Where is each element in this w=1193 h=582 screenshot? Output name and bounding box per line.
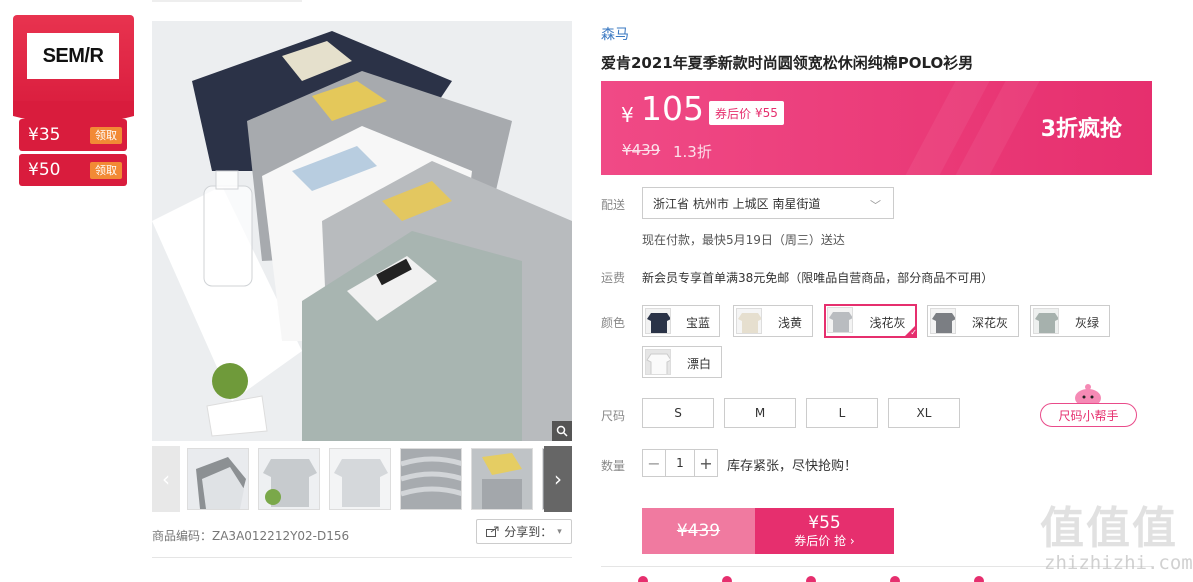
zoom-icon[interactable] <box>552 421 572 441</box>
chevron-down-icon: ﹀ <box>870 199 881 212</box>
bottom-indicator <box>890 576 900 582</box>
color-option-piaobai[interactable]: 漂白 <box>642 346 722 378</box>
thumbnail[interactable] <box>471 448 533 510</box>
shipping-label: 配送 <box>601 198 626 212</box>
discount-rate: 1.3折 <box>673 143 712 161</box>
quantity-increase-button[interactable]: + <box>695 450 717 476</box>
chevron-right-icon: › <box>554 467 562 491</box>
currency-symbol: ¥ <box>621 103 634 127</box>
size-option-l[interactable]: L <box>806 398 878 428</box>
bottom-indicator <box>806 576 816 582</box>
gallery-divider <box>152 557 572 558</box>
brand-logo[interactable]: SEM/R <box>27 33 119 79</box>
share-icon <box>486 526 499 537</box>
thumbnail[interactable] <box>400 448 462 510</box>
original-price: ¥439 <box>622 141 661 159</box>
store-coupon[interactable]: ¥35 领取 <box>19 119 127 151</box>
quantity-decrease-button[interactable]: − <box>643 450 665 476</box>
store-coupon[interactable]: ¥50 领取 <box>19 154 127 186</box>
coupon-amount: ¥35 <box>28 125 61 145</box>
color-option-qianhuahui[interactable]: 浅花灰 ✓ <box>824 304 917 338</box>
color-swatch <box>736 308 762 334</box>
color-swatch <box>1033 308 1059 334</box>
freight-label: 运费 <box>601 271 626 285</box>
main-product-image[interactable] <box>152 21 572 441</box>
buy-coupon-label: 券后价 抢 › <box>794 534 855 548</box>
shipping-location: 浙江省 杭州市 上城区 南星街道 <box>653 196 821 211</box>
thumbnail-prev-button[interactable]: ‹ <box>152 446 180 512</box>
quantity-stepper: − 1 + <box>642 449 718 477</box>
color-option-shenhuahui[interactable]: 深花灰 <box>927 305 1019 337</box>
claim-coupon-button[interactable]: 领取 <box>90 161 122 179</box>
buy-coupon-price: ¥55 <box>808 513 841 533</box>
size-option-m[interactable]: M <box>724 398 796 428</box>
color-name: 深花灰 <box>971 316 1008 330</box>
size-label: 尺码 <box>601 409 626 423</box>
thumbnail[interactable] <box>187 448 249 510</box>
color-name: 浅花灰 <box>869 316 906 330</box>
stock-note: 库存紧张，尽快抢购！ <box>727 459 858 474</box>
shipping-location-select[interactable]: 浙江省 杭州市 上城区 南星街道 ﹀ <box>642 187 894 219</box>
coupon-amount: ¥50 <box>28 160 61 180</box>
color-swatch <box>930 308 956 334</box>
size-option-xl[interactable]: XL <box>888 398 960 428</box>
color-name: 宝蓝 <box>685 316 710 330</box>
product-title: 爱肯2021年夏季新款时尚圆领宽松休闲纯棉POLO衫男 <box>601 54 974 72</box>
claim-coupon-button[interactable]: 领取 <box>90 126 122 144</box>
buy-original-price[interactable]: ¥439 <box>642 508 755 554</box>
size-option-s[interactable]: S <box>642 398 714 428</box>
site-watermark: 值值值 zhizhizhi.com <box>1040 492 1193 580</box>
size-helper-button[interactable]: 尺码小帮手 <box>1040 403 1137 427</box>
color-swatch <box>645 349 671 375</box>
buy-with-coupon-button[interactable]: ¥55 券后价 抢 › <box>755 508 894 554</box>
color-label: 颜色 <box>601 316 626 330</box>
delivery-estimate: 现在付款，最快5月19日（周三）送达 <box>642 233 845 247</box>
thumbnail-next-button[interactable]: › <box>544 446 572 512</box>
thumbnail-strip: ‹ › <box>152 446 572 512</box>
brand-link[interactable]: 森马 <box>601 24 629 44</box>
product-code: 商品编码：ZA3A012212Y02-D156 <box>152 529 350 543</box>
after-coupon-value: ¥55 <box>755 106 778 120</box>
color-swatch <box>827 307 853 333</box>
color-name: 漂白 <box>686 357 711 371</box>
bottom-indicator <box>638 576 648 582</box>
quantity-input[interactable]: 1 <box>665 450 695 476</box>
chevron-left-icon: ‹ <box>162 467 170 491</box>
color-name: 浅黄 <box>777 316 802 330</box>
buy-bar: ¥439 ¥55 券后价 抢 › <box>642 508 894 554</box>
color-option-qianhuang[interactable]: 浅黄 <box>733 305 813 337</box>
current-price: 105 <box>641 89 704 128</box>
after-coupon-badge: 券后价 ¥55 <box>709 101 784 125</box>
bottom-indicator <box>974 576 984 582</box>
freight-info: 新会员专享首单满38元免邮（限唯品自营商品，部分商品不可用） <box>642 271 994 285</box>
color-swatch <box>645 308 671 334</box>
watermark-url: zhizhizhi.com <box>1044 552 1193 574</box>
bottom-indicator <box>722 576 732 582</box>
promo-label: 3折疯抢 <box>1040 117 1122 142</box>
color-option-baolan[interactable]: 宝蓝 <box>642 305 720 337</box>
top-divider <box>152 0 302 2</box>
thumbnail[interactable] <box>329 448 391 510</box>
quantity-label: 数量 <box>601 459 626 473</box>
color-name: 灰绿 <box>1074 316 1099 330</box>
thumbnail[interactable] <box>258 448 320 510</box>
share-button[interactable]: 分享到： ▾ <box>476 519 572 544</box>
color-option-huilv[interactable]: 灰绿 <box>1030 305 1110 337</box>
brand-coupon-card: SEM/R ¥35 领取 ¥50 领取 <box>13 15 134 187</box>
watermark-logo: 值值值 <box>1040 503 1178 554</box>
polo-shirts-illustration <box>152 21 572 441</box>
chevron-down-icon: ▾ <box>557 526 562 537</box>
share-label: 分享到： <box>504 525 553 539</box>
price-panel: ¥ 105 券后价 ¥55 ¥439 1.3折 3折疯抢 <box>601 81 1152 175</box>
after-coupon-label: 券后价 <box>715 106 752 121</box>
